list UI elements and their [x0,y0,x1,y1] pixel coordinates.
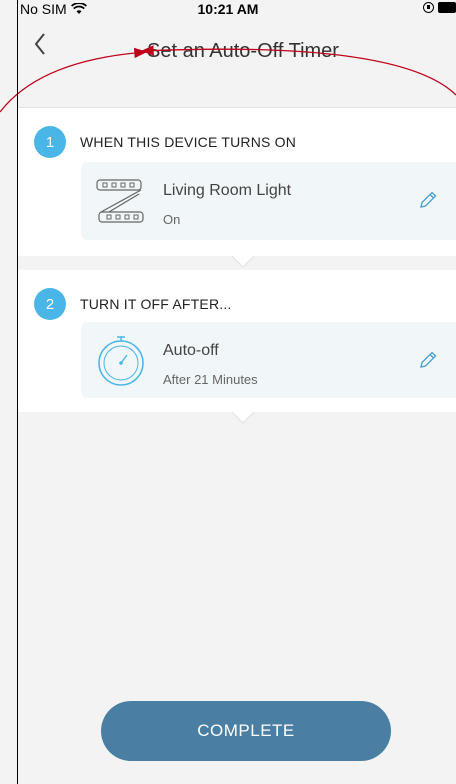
rotation-lock-icon [423,2,434,13]
step-section-2: 2 TURN IT OFF AFTER... Auto-off After 21… [18,270,456,412]
app-screen: No SIM 10:21 AM Set an Auto-Off Timer 1 … [0,0,456,784]
screen-edge [17,0,18,784]
edit-device-button[interactable] [418,190,438,210]
pencil-icon [420,191,437,208]
light-strip-icon [96,179,144,223]
page-title: Set an Auto-Off Timer [147,40,339,62]
device-name: Living Room Light [163,182,292,199]
section-notch [232,256,254,268]
status-time: 10:21 AM [197,1,259,17]
battery-icon [438,2,456,13]
section-notch [232,412,254,424]
step-section-1: 1 WHEN THIS DEVICE TURNS ON Living Room … [18,108,456,256]
pencil-icon [420,351,437,368]
complete-button[interactable]: COMPLETE [101,701,391,761]
timer-card[interactable]: Auto-off After 21 Minutes [81,322,456,398]
step-label: WHEN THIS DEVICE TURNS ON [80,134,297,150]
timer-name: Auto-off [163,342,219,359]
step-badge: 1 [34,126,66,158]
step-badge: 2 [34,288,66,320]
status-right [423,2,456,13]
nav-bar: Set an Auto-Off Timer [0,20,456,68]
timer-duration: After 21 Minutes [163,372,258,387]
status-bar: No SIM 10:21 AM [0,0,456,20]
step-header-2: 2 TURN IT OFF AFTER... [34,288,232,320]
step-label: TURN IT OFF AFTER... [80,296,232,312]
edit-timer-button[interactable] [418,350,438,370]
timer-icon [98,336,144,386]
step-header-1: 1 WHEN THIS DEVICE TURNS ON [34,126,296,158]
device-state: On [163,212,181,227]
device-card[interactable]: Living Room Light On [81,162,456,240]
